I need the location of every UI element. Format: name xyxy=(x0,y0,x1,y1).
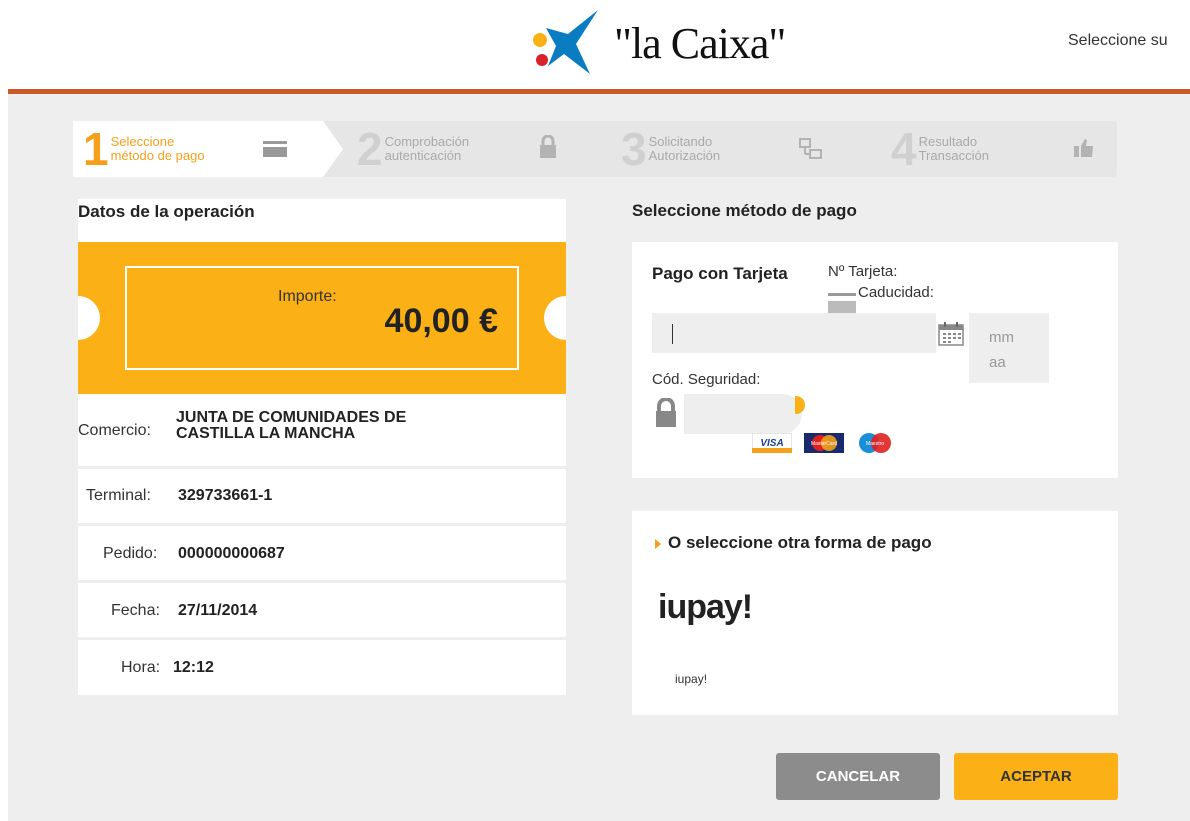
mastercard-icon: MasterCard xyxy=(804,433,844,453)
step-number: 4 xyxy=(891,123,917,175)
order-value: 000000000687 xyxy=(178,545,285,562)
la-caixa-logo: "la Caixa" xyxy=(528,8,786,78)
security-code-input[interactable] xyxy=(684,394,802,434)
visa-text: VISA xyxy=(760,438,783,449)
card-number-input[interactable] xyxy=(652,313,936,353)
date-value: 27/11/2014 xyxy=(178,602,258,619)
maestro-icon: Maestro xyxy=(859,433,891,453)
merchant-row: Comercio: JUNTA DE COMUNIDADES DE CASTILL… xyxy=(78,394,566,466)
ticket-notch-left xyxy=(78,296,100,340)
merchant-value: JUNTA DE COMUNIDADES DE CASTILLA LA MANCH… xyxy=(176,409,407,442)
header: "la Caixa" Seleccione su xyxy=(0,0,1190,88)
step-label: Seleccione método de pago xyxy=(110,134,205,163)
month-placeholder: mm xyxy=(989,329,1014,346)
lock-icon xyxy=(540,135,556,158)
maestro-text: Maestro xyxy=(866,441,884,447)
order-row: Pedido: 000000000687 xyxy=(78,526,566,580)
step-2: 2 Comprobación autenticación xyxy=(357,121,607,177)
step-arrow xyxy=(323,121,343,177)
step-3: 3 Solicitando Autorización xyxy=(621,121,871,177)
logo-text: "la Caixa" xyxy=(614,18,786,68)
accept-button[interactable]: ACEPTAR xyxy=(954,753,1118,800)
calendar-icon[interactable] xyxy=(937,321,965,347)
amount-ticket: Importe: 40,00 € xyxy=(78,242,566,394)
year-placeholder: aa xyxy=(989,354,1006,371)
security-code-label: Cód. Seguridad: xyxy=(652,371,761,388)
date-row: Fecha: 27/11/2014 xyxy=(78,583,566,637)
iupay-label[interactable]: iupay! xyxy=(675,672,707,686)
operation-title: Datos de la operación xyxy=(78,202,255,221)
other-payment-title[interactable]: O seleccione otra forma de pago xyxy=(668,533,932,553)
amount-label: Importe: xyxy=(278,288,337,305)
step-number: 2 xyxy=(357,123,383,175)
language-selector[interactable]: Seleccione su xyxy=(1068,32,1168,50)
ticket-notch-right xyxy=(544,296,566,340)
expiry-label: Caducidad: xyxy=(858,284,934,301)
card-icon xyxy=(263,141,287,157)
expand-arrow-icon xyxy=(655,539,661,549)
progress-steps: 1 Seleccione método de pago 2 Comprobació… xyxy=(73,121,1117,177)
mastercard-text: MasterCard xyxy=(811,441,837,447)
terminal-row: Terminal: 329733661-1 xyxy=(78,469,566,523)
card-icon xyxy=(828,293,856,313)
time-row: Hora: 12:12 xyxy=(78,640,566,695)
step-4: 4 Resultado Transacción xyxy=(891,121,1117,177)
step-number: 1 xyxy=(83,123,109,175)
terminal-value: 329733661-1 xyxy=(178,487,273,504)
date-label: Fecha: xyxy=(111,602,160,619)
card-payment-title: Pago con Tarjeta xyxy=(652,264,788,283)
terminal-label: Terminal: xyxy=(86,487,151,504)
time-label: Hora: xyxy=(121,659,161,676)
step-number: 3 xyxy=(621,123,647,175)
cancel-button[interactable]: CANCELAR xyxy=(776,753,940,800)
step-label: Comprobación autenticación xyxy=(384,134,470,163)
lock-icon xyxy=(656,398,676,427)
text-cursor xyxy=(672,324,673,344)
network-icon xyxy=(799,138,822,159)
order-label: Pedido: xyxy=(103,545,158,562)
visa-icon: VISA xyxy=(752,433,792,453)
step-label: Solicitando Autorización xyxy=(648,134,721,163)
merchant-label: Comercio: xyxy=(78,422,151,439)
iupay-logo[interactable]: iupay! xyxy=(658,588,753,627)
thumbs-up-icon xyxy=(1074,139,1093,157)
card-number-label: Nº Tarjeta: xyxy=(828,263,898,280)
operation-title-bar: Datos de la operación xyxy=(78,199,566,242)
expiry-date-field[interactable]: mm aa xyxy=(969,313,1049,383)
time-value: 12:12 xyxy=(173,659,214,676)
amount-value: 40,00 € xyxy=(384,302,498,340)
step-1: 1 Seleccione método de pago xyxy=(73,121,323,177)
payment-method-title: Seleccione método de pago xyxy=(632,201,857,220)
star-logo-icon xyxy=(533,10,598,74)
step-label: Resultado Transacción xyxy=(918,134,989,163)
